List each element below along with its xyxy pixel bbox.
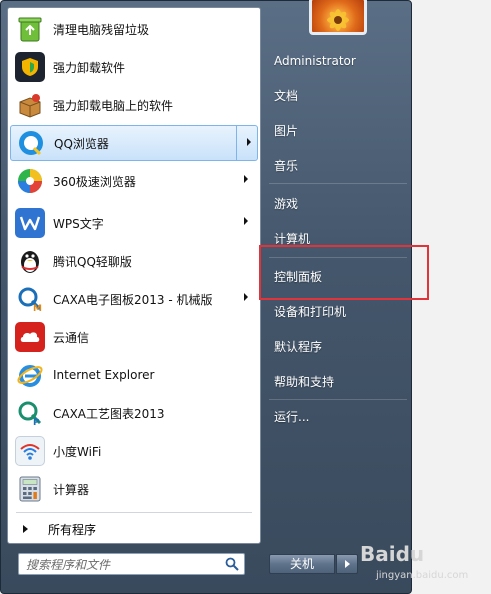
program-item-cloud-263[interactable]: 云通信 xyxy=(10,319,258,355)
program-item-wps[interactable]: WPS文字 xyxy=(10,205,258,241)
program-label: WPS文字 xyxy=(53,216,104,231)
divider xyxy=(16,512,252,513)
divider xyxy=(269,399,407,400)
program-label: 强力卸载电脑上的软件 xyxy=(53,98,174,113)
program-label: 腾讯QQ轻聊版 xyxy=(53,254,132,269)
caxa-draft-icon: M xyxy=(15,284,45,314)
search-input[interactable] xyxy=(24,555,223,575)
menu-item-pictures[interactable]: 图片 xyxy=(266,117,406,145)
qq-penguin-icon xyxy=(15,246,45,276)
program-label: 强力卸载软件 xyxy=(53,60,126,75)
caxa-process-icon: P xyxy=(15,398,45,428)
svg-text:P: P xyxy=(33,418,40,427)
program-label: Internet Explorer xyxy=(53,368,155,382)
divider xyxy=(269,183,407,184)
program-label: 清理电脑残留垃圾 xyxy=(53,22,150,37)
calculator-icon xyxy=(15,474,45,504)
watermark-url: jingyan.baidu.com xyxy=(376,570,469,581)
shutdown-options-button[interactable] xyxy=(336,554,358,574)
cloud-263-icon xyxy=(15,322,45,352)
wps-writer-icon xyxy=(15,208,45,238)
program-label: 云通信 xyxy=(53,330,90,345)
chevron-right-icon xyxy=(345,560,350,568)
chevron-right-icon xyxy=(244,175,248,183)
menu-item-games[interactable]: 游戏 xyxy=(266,190,406,218)
program-label: QQ浏览器 xyxy=(54,136,109,151)
menu-item-devices-printers[interactable]: 设备和打印机 xyxy=(266,298,406,326)
recycle-bin-icon xyxy=(15,14,45,44)
highlight-annotation xyxy=(259,245,429,300)
menu-item-documents[interactable]: 文档 xyxy=(266,82,406,110)
program-item-wifi[interactable]: 小度WiFi xyxy=(10,433,258,469)
program-item-caxa-process[interactable]: P CAXA工艺图表2013 xyxy=(10,395,258,431)
chevron-right-icon xyxy=(244,293,248,301)
all-programs-label: 所有程序 xyxy=(48,522,97,537)
program-item-qq-lite[interactable]: 腾讯QQ轻聊版 xyxy=(10,243,258,279)
menu-item-help-support[interactable]: 帮助和支持 xyxy=(266,368,406,396)
program-item-caxa-draft[interactable]: M CAXA电子图板2013 - 机械版 xyxy=(10,281,258,317)
menu-item-default-programs[interactable]: 默认程序 xyxy=(266,333,406,361)
search-box[interactable] xyxy=(18,553,245,575)
internet-explorer-icon xyxy=(15,360,45,390)
chevron-right-icon xyxy=(244,217,248,225)
search-icon[interactable] xyxy=(225,557,239,571)
program-item-360-browser[interactable]: 360极速浏览器 xyxy=(10,163,258,199)
qq-browser-icon xyxy=(16,128,46,158)
program-item-qq-browser[interactable]: QQ浏览器 xyxy=(10,125,258,161)
program-item-cleanup[interactable]: 清理电脑残留垃圾 xyxy=(10,11,258,47)
program-item-uninstaller[interactable]: 强力卸载软件 xyxy=(10,49,258,85)
box-uninstall-icon xyxy=(15,90,45,120)
chevron-right-icon xyxy=(23,525,28,533)
chevron-right-icon xyxy=(247,138,251,146)
menu-item-music[interactable]: 音乐 xyxy=(266,152,406,180)
program-label: 计算器 xyxy=(53,482,90,497)
360-browser-icon xyxy=(15,166,45,196)
program-label: CAXA电子图板2013 - 机械版 xyxy=(53,292,213,307)
watermark-logo: Baidu xyxy=(360,542,425,566)
svg-text:M: M xyxy=(33,304,42,313)
submenu-arrow-button[interactable] xyxy=(236,126,257,160)
flower-icon xyxy=(327,9,349,31)
wifi-icon xyxy=(15,436,45,466)
program-label: 360极速浏览器 xyxy=(53,174,136,189)
all-programs-button[interactable]: 所有程序 xyxy=(10,516,258,542)
user-avatar[interactable] xyxy=(309,0,367,35)
uninstall-shield-icon xyxy=(15,52,45,82)
menu-item-run[interactable]: 运行... xyxy=(266,403,406,431)
shutdown-button[interactable]: 关机 xyxy=(269,554,335,574)
programs-pane: 清理电脑残留垃圾 强力卸载软件 强力卸载电脑上的软件 QQ浏览器 360极速浏览… xyxy=(7,7,261,544)
program-item-ie[interactable]: Internet Explorer xyxy=(10,357,258,393)
program-item-uninstaller-pc[interactable]: 强力卸载电脑上的软件 xyxy=(10,87,258,123)
program-item-calculator[interactable]: 计算器 xyxy=(10,471,258,507)
program-label: CAXA工艺图表2013 xyxy=(53,406,165,421)
program-label: 小度WiFi xyxy=(53,444,102,459)
menu-item-user[interactable]: Administrator xyxy=(266,47,406,75)
